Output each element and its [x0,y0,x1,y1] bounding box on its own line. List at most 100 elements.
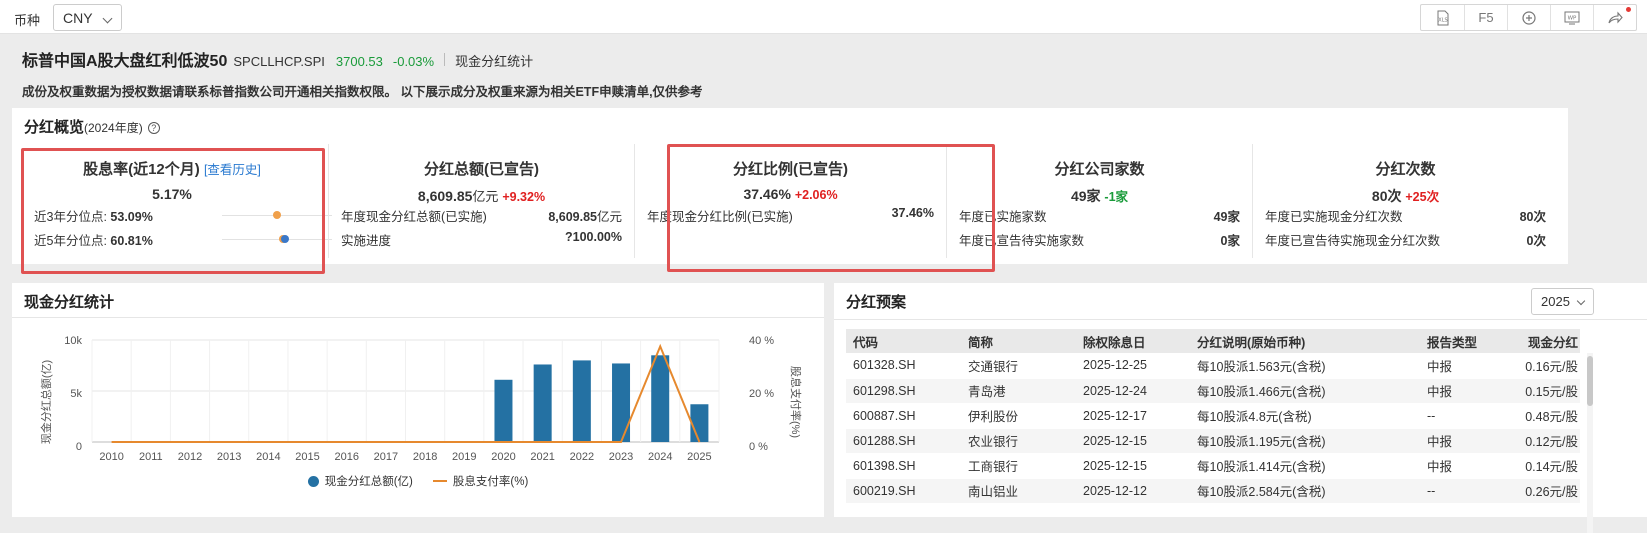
divider [12,317,824,318]
companies-row-1: 年度已实施家数 49家 [959,206,1240,225]
legend-line-icon [432,480,447,482]
cell-exdate: 2025-12-25 [1076,353,1190,379]
cell-cash: 0.12元/股 [1510,428,1580,454]
x-tick-2018: 2018 [413,451,437,463]
cell-report-type: -- [1420,403,1510,429]
cell-exdate: 2025-12-15 [1076,453,1190,479]
cash-chart-title: 现金分红统计 [24,294,115,311]
bar-2023[interactable] [612,363,631,442]
col-report-type[interactable]: 报告类型 [1420,329,1510,353]
cell-desc: 每10股派1.195元(含税) [1190,428,1420,454]
year-select-value: 2025 [1541,294,1570,309]
companies-value: 49家 [1070,188,1101,204]
index-price: 3700.53 [335,54,383,69]
xls-export-button[interactable]: XLS [1421,5,1464,30]
x-tick-2016: 2016 [334,451,358,463]
bar-2025[interactable] [690,404,709,442]
bar-2024[interactable] [651,355,670,442]
col-name[interactable]: 简称 [961,329,1076,353]
divider [444,52,446,66]
legend-bar-label: 现金分红总额(亿) [324,476,413,488]
cell-code[interactable]: 601288.SH [846,428,961,454]
cell-exdate: 2025-12-24 [1076,378,1190,404]
table-row[interactable]: 601328.SH 交通银行 2025-12-25 每10股派1.563元(含税) 中报… [846,353,1580,379]
cell-name: 交通银行 [961,353,1076,379]
scrollbar-thumb[interactable] [1587,356,1593,406]
cell-report-type: 中报 [1420,453,1510,479]
bar-2021[interactable] [533,364,552,442]
cell-code[interactable]: 601298.SH [846,378,961,404]
svg-text:WP: WP [1568,15,1577,21]
col-code[interactable]: 代码 [846,329,961,353]
share-button[interactable] [1593,5,1636,30]
dividend-plan-panel: 分红预案 2025 代码 简称 除权除息日 分红说明(原始币种) 报告类型 现金… [834,283,1647,533]
cell-name: 南山铝业 [961,478,1076,504]
cell-desc: 每10股派1.466元(含税) [1190,378,1420,404]
cell-name: 农业银行 [961,428,1076,454]
right-tick-1: 20 % [749,388,774,400]
index-name: 标普中国A股大盘红利低波50 [22,53,228,70]
table-row[interactable]: 600887.SH 伊利股份 2025-12-17 每10股派4.8元(含税) -- 0.… [846,403,1580,429]
total-value-line: 8,609.85亿元 +9.32% [329,186,634,205]
help-icon[interactable]: ? [147,122,160,134]
chart-x-ticks: 2010 2011 2012 2013 2014 2015 2016 2017 2018 2019… [99,451,711,463]
cell-exdate: 2025-12-17 [1076,403,1190,429]
share-icon [1608,11,1623,23]
times-row2-value: 0次 [1526,234,1546,248]
currency-select[interactable]: CNY [53,4,122,31]
currency-label: 币种 [14,13,41,28]
x-tick-2012: 2012 [178,451,202,463]
overview-period: (2024年度) [84,121,143,135]
x-tick-2024: 2024 [648,451,672,463]
f5-refresh-button[interactable]: F5 [1464,5,1507,30]
times-value: 80次 [1371,188,1402,204]
x-tick-2020: 2020 [491,451,515,463]
total-row2-value: ?100.00% [565,230,622,244]
bar-2022[interactable] [572,360,591,442]
cell-code[interactable]: 600887.SH [846,403,961,429]
dividend-plan-table: 代码 简称 除权除息日 分红说明(原始币种) 报告类型 现金分红 601328.… [846,329,1580,504]
col-exdate[interactable]: 除权除息日 [1076,329,1190,353]
table-row[interactable]: 601398.SH 工商银行 2025-12-15 每10股派1.414元(含税) 中报… [846,453,1580,479]
cell-code[interactable]: 600219.SH [846,478,961,504]
col-cash[interactable]: 现金分红 [1510,329,1580,353]
bar-2020[interactable] [494,379,513,442]
col-desc[interactable]: 分红说明(原始币种) [1190,329,1420,353]
cell-desc: 每10股派2.584元(含税) [1190,478,1420,504]
cell-exdate: 2025-12-12 [1076,478,1190,504]
cell-desc: 每10股派4.8元(含税) [1190,403,1420,429]
companies-change: -1家 [1104,190,1129,204]
chevron-down-icon [102,13,113,24]
data-notice: 成份及权重数据为授权数据请联系标普指数公司开通相关指数权限。 以下展示成分及权重… [22,85,703,99]
add-button[interactable] [1507,5,1550,30]
times-title: 分红次数 [1375,161,1436,178]
toolbar: XLS F5 WP [1420,4,1637,31]
total-row-2: 实施进度 ?100.00% [341,230,622,249]
f5-label: F5 [1478,10,1494,25]
cell-code[interactable]: 601398.SH [846,453,961,479]
times-value-line: 80次 +25次 [1253,186,1558,206]
wp-export-button[interactable]: WP [1550,5,1593,30]
cell-code[interactable]: 601328.SH [846,353,961,379]
legend-line-item[interactable]: 股息支付率(%) [432,473,528,489]
total-change: +9.32% [502,190,546,204]
table-scrollbar[interactable] [1587,353,1593,533]
total-row-1: 年度现金分红总额(已实施) 8,609.85亿元 [341,206,622,225]
total-title: 分红总额(已宣告) [424,161,539,178]
overview-title: 分红概览(2024年度)? [24,116,160,137]
table-row[interactable]: 601298.SH 青岛港 2025-12-24 每10股派1.466元(含税) 中报 0… [846,378,1580,404]
x-tick-2015: 2015 [295,451,319,463]
x-tick-2021: 2021 [530,451,554,463]
cell-cash: 0.16元/股 [1510,353,1580,379]
chart-legend: 现金分红总额(亿) 股息支付率(%) [12,473,824,489]
year-select[interactable]: 2025 [1531,288,1594,315]
legend-bar-item[interactable]: 现金分红总额(亿) [307,473,413,489]
x-tick-2014: 2014 [256,451,280,463]
right-axis-label: 股息支付率(%) [789,366,803,438]
table-row[interactable]: 601288.SH 农业银行 2025-12-15 每10股派1.195元(含税) 中报… [846,428,1580,454]
companies-row-2: 年度已宣告待实施家数 0家 [959,230,1240,249]
times-row-2: 年度已宣告待实施现金分红次数 0次 [1265,230,1546,249]
wp-export-icon: WP [1564,11,1580,24]
cell-name: 青岛港 [961,378,1076,404]
table-row[interactable]: 600219.SH 南山铝业 2025-12-12 每10股派2.584元(含税) --… [846,478,1580,504]
